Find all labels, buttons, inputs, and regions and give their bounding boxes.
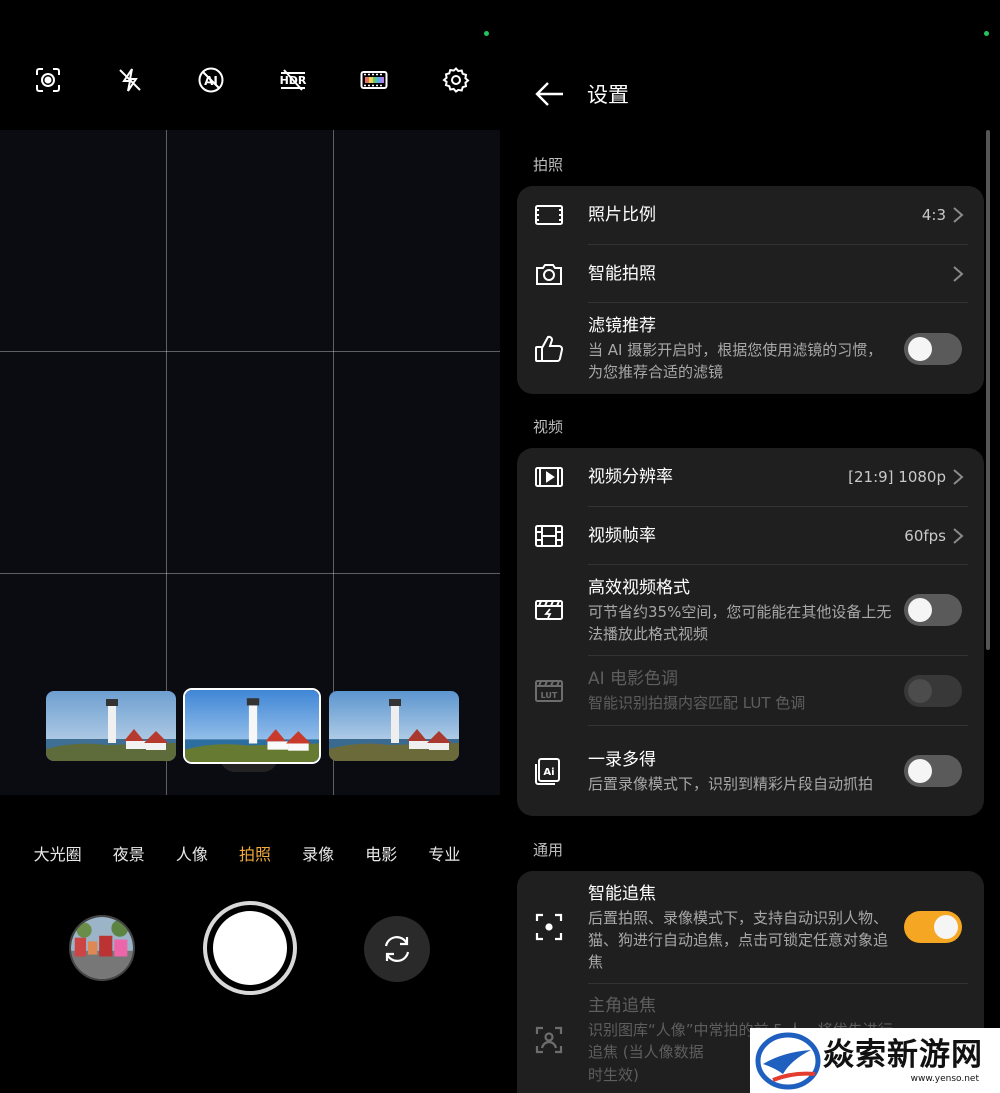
row-description: 智能识别拍摄内容匹配 LUT 色调 — [588, 694, 806, 712]
gear-icon[interactable] — [442, 66, 470, 94]
smart-tracking-toggle[interactable] — [904, 911, 962, 943]
switch-camera-button[interactable] — [364, 916, 430, 982]
arrow-left-icon — [535, 82, 563, 106]
row-title: 一录多得 — [588, 749, 656, 770]
camera-screen: AI HDR 鲜明 — [0, 0, 500, 1093]
shutter-inner — [213, 911, 287, 985]
row-filter-recommend[interactable]: 滤镜推荐 当 AI 摄影开启时，根据您使用滤镜的习惯，为您推荐合适的滤镜 — [517, 303, 984, 394]
row-title: 智能拍照 — [588, 263, 656, 284]
mode-item[interactable]: 录像 — [302, 840, 334, 870]
row-value: [21:9] 1080p — [848, 468, 946, 486]
filter-icon[interactable] — [360, 66, 388, 94]
row-video-resolution[interactable]: 视频分辨率 [21:9] 1080p — [517, 448, 984, 506]
row-title: 滤镜推荐 — [588, 316, 656, 336]
row-description: 后置拍照、录像模式下，支持自动识别人物、猫、狗进行自动追焦，点击可锁定任意对象追… — [588, 908, 889, 971]
row-description: 当 AI 摄影开启时，根据您使用滤镜的习惯，为您推荐合适的滤镜 — [588, 341, 883, 381]
chevron-right-icon — [953, 265, 964, 282]
row-description: 可节省约35%空间，您可能能在其他设备上无法播放此格式视频 — [588, 602, 892, 643]
camera-switch-icon — [384, 936, 410, 962]
row-title: AI 电影色调 — [588, 669, 679, 689]
row-title: 主角追焦 — [588, 996, 656, 1016]
settings-card-photo: 照片比例 4:3 智能拍照 滤镜推荐 当 AI 摄影开启时，根据您使用滤镜的习惯… — [517, 186, 984, 394]
mode-item-active[interactable]: 拍照 — [239, 840, 271, 870]
efficient-video-icon — [533, 594, 565, 626]
status-dot — [984, 31, 989, 36]
row-title: 智能追焦 — [588, 883, 656, 904]
chevron-right-icon — [953, 207, 964, 223]
camera-toolbar: AI HDR — [0, 66, 500, 110]
row-value: 4:3 — [921, 206, 946, 224]
filter-recommend-toggle[interactable] — [904, 332, 962, 365]
settings-card-video: 视频分辨率 [21:9] 1080p 视频帧率 60fps 高效视频格式 可节省… — [517, 448, 984, 816]
google-lens-icon[interactable] — [34, 66, 62, 94]
ai-off-icon[interactable]: AI — [197, 66, 225, 94]
aspect-ratio-icon — [533, 199, 565, 231]
efficient-format-toggle[interactable] — [904, 594, 962, 626]
row-description: 后置录像模式下，识别到精彩片段自动抓拍 — [588, 774, 874, 793]
toggle-knob — [908, 598, 932, 622]
film-strip-icon — [533, 520, 565, 552]
status-dot — [484, 31, 489, 36]
section-label: 视频 — [533, 418, 564, 436]
row-multi-capture[interactable]: Ai 一录多得 后置录像模式下，识别到精彩片段自动抓拍 — [517, 726, 984, 816]
section-label: 拍照 — [533, 156, 564, 174]
gallery-thumbnail[interactable] — [69, 915, 135, 981]
svg-text:Ai: Ai — [543, 767, 554, 778]
hdr-off-icon[interactable]: HDR — [279, 66, 307, 94]
flash-off-icon[interactable] — [116, 66, 144, 94]
row-photo-ratio[interactable]: 照片比例 4:3 — [517, 186, 984, 244]
thumbs-up-icon — [533, 333, 565, 365]
mode-item[interactable]: 夜景 — [113, 840, 145, 870]
filter-thumb-selected[interactable] — [183, 688, 321, 764]
mode-item[interactable]: 大光圈 — [34, 840, 82, 870]
toggle-knob — [908, 678, 932, 703]
filter-strip — [46, 688, 460, 764]
row-smart-capture[interactable]: 智能拍照 — [517, 245, 984, 302]
mode-selector: 大光圈 夜景 人像 拍照 录像 电影 专业 — [0, 840, 500, 870]
filter-thumb[interactable] — [46, 691, 176, 761]
watermark-url: www.yenso.net — [910, 1073, 979, 1084]
camera-icon — [533, 258, 565, 290]
page-title: 设置 — [587, 83, 629, 107]
watermark-logo: 焱索新游网 www.yenso.net — [750, 1028, 1000, 1093]
back-button[interactable] — [530, 74, 570, 114]
ai-capture-icon: Ai — [533, 755, 565, 787]
toggle-knob — [908, 759, 932, 783]
row-value: 60fps — [904, 526, 946, 545]
row-title: 视频帧率 — [588, 525, 656, 546]
svg-text:LUT: LUT — [541, 691, 558, 700]
toggle-knob — [908, 336, 932, 361]
mode-item[interactable]: 专业 — [428, 840, 460, 870]
row-title: 高效视频格式 — [588, 577, 690, 598]
mode-item[interactable]: 电影 — [365, 840, 397, 870]
chevron-right-icon — [953, 469, 964, 485]
grid-line — [0, 351, 500, 352]
row-efficient-format[interactable]: 高效视频格式 可节省约35%空间，您可能能在其他设备上无法播放此格式视频 — [517, 565, 984, 655]
watermark-name: 焱索新游网 — [823, 1036, 983, 1073]
lut-icon: LUT — [533, 675, 565, 707]
chevron-right-icon — [953, 527, 964, 544]
multi-capture-toggle[interactable] — [904, 755, 962, 787]
section-label: 通用 — [533, 841, 564, 859]
settings-screen: 设置 拍照 照片比例 4:3 智能拍照 滤镜推荐 当 AI 摄影开启时，根据您使… — [500, 0, 1000, 1093]
watermark-emblem-icon — [755, 1032, 821, 1089]
row-frame-rate[interactable]: 视频帧率 60fps — [517, 507, 984, 564]
focus-tracking-icon — [533, 911, 565, 943]
row-smart-tracking[interactable]: 智能追焦 后置拍照、录像模式下，支持自动识别人物、猫、狗进行自动追焦，点击可锁定… — [517, 871, 984, 983]
ai-movie-tone-toggle[interactable] — [904, 674, 962, 707]
filter-thumb[interactable] — [329, 691, 459, 761]
shutter-button[interactable] — [203, 901, 297, 995]
person-focus-icon — [533, 1024, 565, 1056]
video-resolution-icon — [533, 461, 565, 493]
grid-line — [0, 573, 500, 574]
scrollbar[interactable] — [986, 130, 990, 650]
mode-item[interactable]: 人像 — [176, 840, 208, 870]
toggle-knob — [934, 915, 958, 939]
row-ai-movie-tone[interactable]: LUT AI 电影色调 智能识别拍摄内容匹配 LUT 色调 — [517, 656, 984, 725]
row-title: 照片比例 — [588, 205, 656, 225]
settings-header: 设置 — [500, 72, 1000, 116]
